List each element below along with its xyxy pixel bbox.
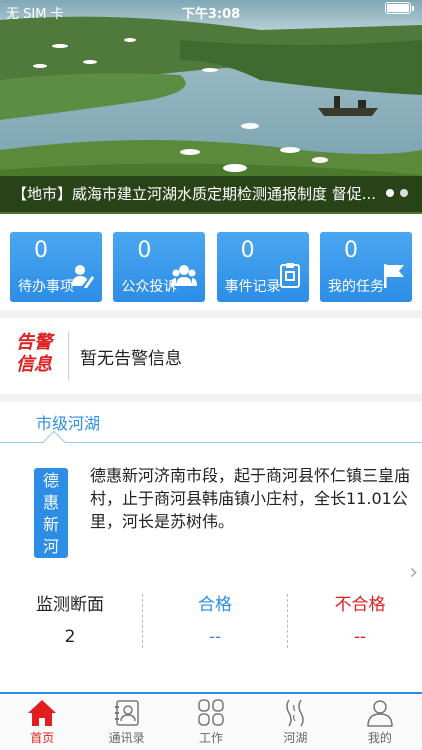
group-icon bbox=[171, 265, 198, 286]
card-count: 0 bbox=[343, 238, 358, 263]
edit-user-icon bbox=[72, 265, 94, 288]
person-icon bbox=[367, 700, 393, 727]
card-todo[interactable]: 0 待办事项 bbox=[10, 232, 102, 302]
banner-page-indicator bbox=[386, 189, 408, 197]
tab-home[interactable]: 首页 bbox=[0, 694, 84, 750]
status-time: 下午3:08 bbox=[181, 7, 241, 22]
river-panel: 市级河湖 德 惠 新 河 德惠新河济南市段，起于商河县怀仁镇三皇庙村，止于商河县… bbox=[0, 402, 422, 692]
river-name-char: 河 bbox=[42, 537, 59, 556]
stat-sections: 监测断面 2 bbox=[0, 590, 140, 647]
river-name-badge[interactable]: 德 惠 新 河 bbox=[34, 468, 68, 558]
stat-label: 监测断面 bbox=[36, 595, 104, 615]
tab-label: 工作 bbox=[199, 731, 224, 745]
stat-value: -- bbox=[353, 627, 367, 647]
tab-city-river[interactable]: 市级河湖 bbox=[36, 410, 100, 434]
card-label: 我的任务 bbox=[327, 279, 384, 295]
river-name-char: 新 bbox=[42, 515, 59, 534]
stat-value: -- bbox=[208, 627, 222, 647]
river-description: 德惠新河济南市段，起于商河县怀仁镇三皇庙村，止于商河县韩庙镇小庄村，全长11.0… bbox=[90, 466, 411, 531]
summary-cards: 0 待办事项 0 公众投诉 0 事件记录 0 我的任务 bbox=[0, 214, 422, 310]
battery-icon bbox=[385, 2, 414, 14]
alert-logo: 告警 信息 bbox=[10, 332, 58, 380]
card-label: 待办事项 bbox=[18, 279, 74, 295]
tab-label: 我的 bbox=[367, 731, 392, 745]
card-tasks[interactable]: 0 我的任务 bbox=[319, 232, 412, 302]
stat-label: 不合格 bbox=[334, 595, 386, 615]
river-icon bbox=[286, 699, 305, 727]
news-banner[interactable]: 无 SIM 卡 下午3:08 【地市】威海市建立河湖水质定期检测通报制度 督促.… bbox=[0, 0, 422, 214]
tab-label: 河湖 bbox=[283, 731, 308, 745]
status-indicators bbox=[385, 2, 414, 14]
card-label: 事件记录 bbox=[224, 279, 281, 295]
alert-logo-line: 告警 bbox=[16, 332, 52, 353]
river-name-char: 惠 bbox=[42, 493, 59, 512]
status-bar: 无 SIM 卡 下午3:08 bbox=[0, 0, 422, 22]
flag-icon bbox=[383, 264, 404, 288]
divider bbox=[287, 594, 288, 648]
bottom-tab-bar: 首页 通讯录 工作 河湖 我的 bbox=[0, 692, 422, 750]
card-count: 0 bbox=[137, 238, 152, 263]
divider bbox=[68, 332, 69, 380]
tab-work[interactable]: 工作 bbox=[169, 694, 253, 750]
tab-label: 通讯录 bbox=[108, 731, 145, 745]
alert-message: 暂无告警信息 bbox=[80, 349, 182, 369]
stat-qualified: 合格 -- bbox=[145, 590, 285, 647]
card-label: 公众投诉 bbox=[121, 279, 178, 295]
stat-value: 2 bbox=[64, 627, 76, 647]
card-count: 0 bbox=[34, 238, 48, 263]
home-icon bbox=[28, 700, 57, 726]
card-complaints[interactable]: 0 公众投诉 bbox=[113, 232, 206, 302]
alert-logo-line: 信息 bbox=[16, 354, 52, 375]
stat-label: 合格 bbox=[198, 595, 232, 615]
tab-rivers[interactable]: 河湖 bbox=[253, 694, 337, 750]
tab-mine[interactable]: 我的 bbox=[338, 694, 422, 750]
card-events[interactable]: 0 事件记录 bbox=[216, 232, 309, 302]
grid-icon bbox=[198, 699, 224, 726]
tab-pointer bbox=[42, 430, 66, 454]
chevron-right-icon[interactable]: › bbox=[409, 560, 418, 585]
tab-contacts[interactable]: 通讯录 bbox=[84, 694, 168, 750]
clipboard-icon bbox=[279, 263, 300, 288]
stat-unqualified: 不合格 -- bbox=[290, 590, 422, 647]
page-dot bbox=[400, 189, 408, 197]
card-count: 0 bbox=[240, 238, 255, 263]
divider bbox=[142, 594, 143, 648]
banner-caption[interactable]: 【地市】威海市建立河湖水质定期检测通报制度 督促... bbox=[0, 176, 422, 212]
contacts-icon bbox=[114, 700, 139, 726]
page-dot bbox=[386, 189, 394, 197]
river-name-char: 德 bbox=[42, 471, 59, 490]
tab-label: 首页 bbox=[30, 731, 55, 745]
alert-panel[interactable]: 告警 信息 暂无告警信息 bbox=[0, 318, 422, 394]
